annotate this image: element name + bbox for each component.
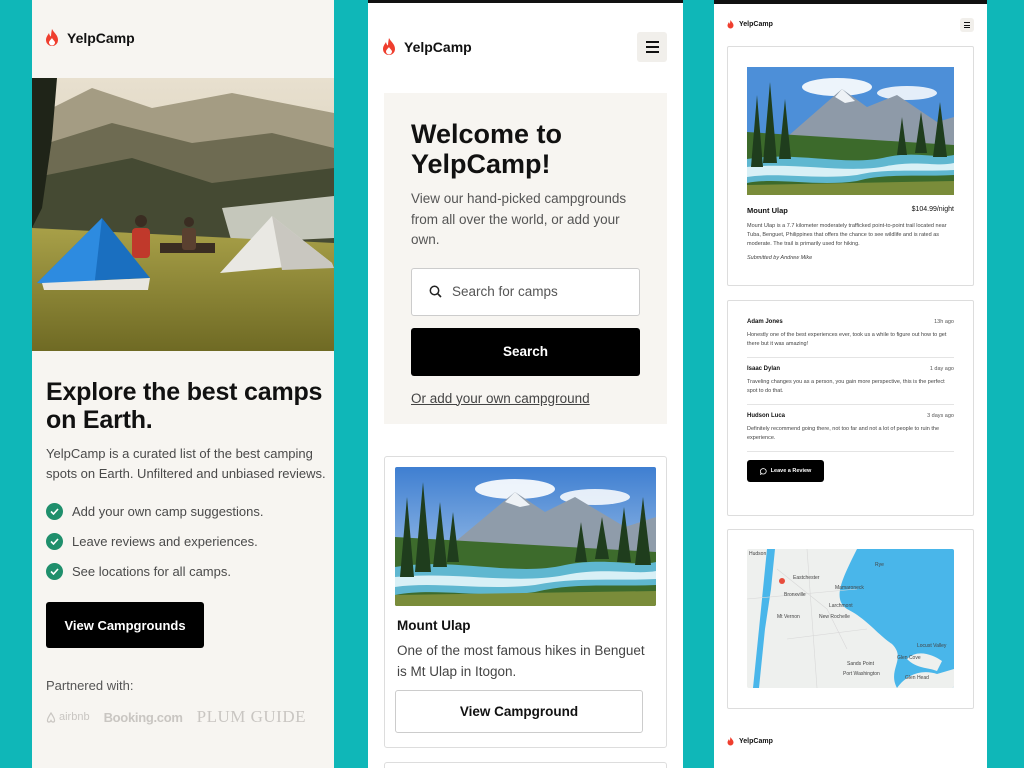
view-campgrounds-button[interactable]: View Campgrounds — [46, 602, 204, 648]
map-label: Sands Point — [847, 661, 875, 667]
map-label: Locust Valley — [917, 643, 947, 649]
map-label: Bronxville — [784, 592, 806, 598]
search-icon — [429, 285, 442, 298]
feature-list: Add your own camp suggestions. Leave rev… — [46, 497, 326, 585]
next-campground-card — [384, 762, 667, 768]
campgrounds-screen: YelpCamp Welcome to YelpCamp! View our h… — [368, 0, 683, 768]
footer-logo[interactable]: YelpCamp — [727, 737, 773, 746]
brand-name: YelpCamp — [739, 21, 773, 28]
feature-item: See locations for all camps. — [46, 557, 326, 585]
reviews-card: Adam Jones 13h ago Honestly one of the be… — [727, 300, 974, 516]
search-input[interactable] — [452, 284, 622, 299]
feature-text: Leave reviews and experiences. — [72, 533, 258, 549]
campground-detail-card: Mount Ulap $104.99/night Mount Ulap is a… — [727, 46, 974, 286]
landing-heading: Explore the best camps on Earth. — [46, 378, 323, 434]
menu-button[interactable] — [960, 18, 974, 32]
check-icon — [46, 502, 63, 520]
campground-name: Mount Ulap — [747, 206, 788, 215]
plum-guide-logo: PLUM GUIDE — [196, 707, 306, 726]
map-label: Glen Head — [905, 675, 929, 681]
map-label: Rye — [875, 562, 884, 568]
brand-name: YelpCamp — [404, 39, 472, 55]
review-item: Hudson Luca 3 days ago Definitely recomme… — [747, 413, 954, 452]
campground-detail-screen: YelpCamp Mount Ulap $104.99/night Mount … — [714, 0, 987, 768]
campground-description: Mount Ulap is a 7.7 kilometer moderately… — [747, 223, 947, 247]
campground-image — [395, 467, 656, 606]
brand-name: YelpCamp — [67, 30, 135, 46]
hero-image — [32, 78, 334, 351]
partners-label: Partnered with: — [46, 678, 134, 693]
review-author: Adam Jones — [747, 319, 783, 325]
review-time: 3 days ago — [927, 413, 954, 419]
airbnb-logo: airbnb — [46, 711, 90, 723]
view-campground-button[interactable]: View Campground — [395, 690, 643, 733]
campground-name: Mount Ulap — [397, 618, 471, 633]
flame-icon — [727, 737, 734, 746]
landing-description: YelpCamp is a curated list of the best c… — [46, 446, 326, 481]
chat-bubble-icon — [759, 467, 767, 475]
submitted-by: Submitted by Andrew Mike — [747, 255, 813, 261]
review-time: 1 day ago — [929, 366, 954, 372]
review-author: Isaac Dylan — [747, 366, 781, 372]
search-button[interactable]: Search — [411, 327, 640, 376]
review-item: Isaac Dylan 1 day ago Traveling changes y… — [747, 366, 954, 405]
airbnb-icon — [46, 711, 56, 723]
map-label: Larchmont — [829, 603, 853, 609]
flame-icon — [383, 38, 395, 55]
feature-item: Add your own camp suggestions. — [46, 497, 326, 525]
add-campground-link[interactable]: Or add your own campground — [411, 391, 640, 406]
map-label: Port Washington — [843, 671, 880, 677]
map-label: Mt Vernon — [777, 614, 800, 620]
campground-price: $104.99/night — [911, 206, 954, 213]
map-label: Mamaroneck — [835, 585, 864, 591]
map-card: Hudson Eastchester Rye Mamaroneck Bronxv… — [727, 529, 974, 709]
brand-name: YelpCamp — [739, 738, 773, 745]
review-text: Definitely recommend going there, not to… — [747, 426, 940, 441]
partner-logos: airbnb Booking.com PLUM GUIDE — [46, 707, 326, 727]
campground-card: Mount Ulap One of the most famous hikes … — [384, 456, 667, 748]
map-label: New Rochelle — [819, 614, 850, 620]
review-author: Hudson Luca — [747, 413, 786, 419]
campground-header: Mount Ulap $104.99/night — [747, 206, 954, 215]
welcome-title: Welcome to YelpCamp! — [411, 119, 563, 179]
flame-icon — [727, 20, 734, 29]
feature-text: Add your own camp suggestions. — [72, 503, 264, 519]
review-text: Honestly one of the best experiences eve… — [747, 332, 947, 347]
check-icon — [46, 562, 63, 580]
brand-logo[interactable]: YelpCamp — [382, 38, 472, 56]
welcome-description: View our hand-picked campgrounds from al… — [411, 191, 627, 247]
campground-description: One of the most famous hikes in Benguet … — [397, 643, 645, 679]
review-text: Traveling changes you as a person, you g… — [747, 379, 945, 394]
campground-image — [747, 67, 954, 195]
feature-item: Leave reviews and experiences. — [46, 527, 326, 555]
landing-screen: YelpCamp Explore the best camps on Earth… — [32, 0, 334, 768]
hamburger-icon — [964, 22, 970, 28]
flame-icon — [46, 29, 58, 46]
map-label: Hudson — [749, 551, 766, 557]
welcome-panel: Welcome to YelpCamp! View our hand-picke… — [384, 93, 667, 424]
feature-text: See locations for all camps. — [72, 563, 231, 579]
brand-logo[interactable]: YelpCamp — [45, 29, 135, 47]
search-field[interactable] — [411, 267, 640, 316]
map-label: Eastchester — [793, 575, 820, 581]
review-item: Adam Jones 13h ago Honestly one of the be… — [747, 319, 954, 358]
review-time: 13h ago — [934, 319, 954, 325]
leave-review-button[interactable]: Leave a Review — [747, 460, 824, 482]
menu-button[interactable] — [637, 32, 667, 62]
location-map[interactable]: Hudson Eastchester Rye Mamaroneck Bronxv… — [747, 549, 954, 688]
brand-logo[interactable]: YelpCamp — [727, 20, 773, 29]
hamburger-icon — [645, 41, 659, 53]
check-icon — [46, 532, 63, 550]
map-label: Glen Cove — [897, 655, 921, 661]
booking-logo: Booking.com — [103, 709, 183, 725]
landing-content: Explore the best camps on Earth. YelpCam… — [46, 378, 326, 727]
